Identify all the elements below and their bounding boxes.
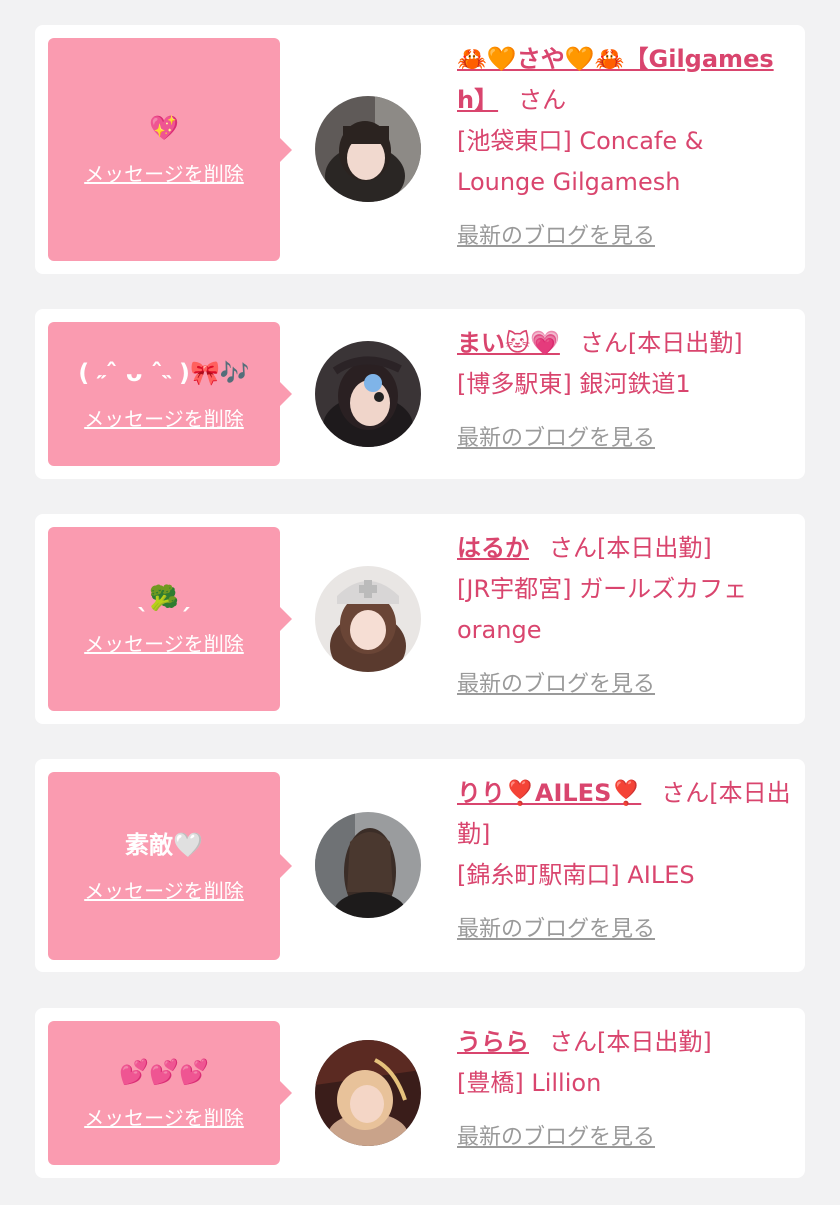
shop-name: [錦糸町駅南口] AILES — [457, 861, 695, 889]
avatar-photo — [315, 96, 421, 202]
attendance-status: [本日出勤] — [597, 534, 712, 562]
cast-info: 🦀🧡さや🧡🦀【Gilgamesh】 さん [池袋東口] Concafe & Lou… — [457, 39, 793, 257]
message-bubble: ˎ🥦ˏ メッセージを削除 — [48, 527, 292, 711]
cast-name-line: まい🐱💗 さん[本日出勤] — [457, 323, 793, 364]
cast-info: はるか さん[本日出勤] [JR宇都宮] ガールズカフェ orange 最新のブロ… — [457, 528, 793, 705]
honorific: さん — [549, 534, 597, 562]
delete-message-button[interactable]: メッセージを削除 — [84, 875, 244, 904]
shop-name: [博多駅東] 銀河鉄道1 — [457, 370, 691, 398]
avatar-photo — [315, 1040, 421, 1146]
cast-name-link[interactable]: りり❣️AILES❣️ — [457, 779, 641, 807]
honorific: さん — [549, 1028, 597, 1056]
cast-name-link[interactable]: 🦀🧡さや🧡🦀【Gilgamesh】 — [457, 45, 774, 114]
avatar-photo — [315, 341, 421, 447]
cast-info: まい🐱💗 さん[本日出勤] [博多駅東] 銀河鉄道1 最新のブログを見る — [457, 323, 793, 459]
honorific: さん — [579, 329, 628, 357]
message-card: 素敵🤍 メッセージを削除 りり❣️AILES❣️ さん[本日出勤] [錦糸町駅南口… — [35, 759, 805, 972]
honorific: さん — [661, 779, 710, 807]
message-text: ˎ🥦ˏ — [137, 583, 191, 612]
avatar-photo — [315, 566, 421, 672]
delete-message-button[interactable]: メッセージを削除 — [84, 403, 244, 432]
message-text: 素敵🤍 — [125, 830, 203, 859]
message-card: ˎ🥦ˏ メッセージを削除 はるか さん[本日出勤] [JR宇都宮] ガールズカフェ… — [35, 514, 805, 724]
latest-blog-link[interactable]: 最新のブログを見る — [457, 418, 655, 459]
message-text: ( ˶ˆ ᴗ ˆ˵ )🎀🎶 — [78, 358, 250, 387]
attendance-status: [本日出勤] — [597, 1028, 712, 1056]
cast-avatar[interactable] — [315, 1040, 421, 1146]
message-text: 💕💕💕 — [119, 1057, 209, 1086]
cast-name-link[interactable]: うらら — [457, 1028, 529, 1056]
latest-blog-link[interactable]: 最新のブログを見る — [457, 909, 655, 950]
avatar-photo — [315, 812, 421, 918]
shop-name: [JR宇都宮] ガールズカフェ orange — [457, 575, 748, 644]
message-bubble: 素敵🤍 メッセージを削除 — [48, 772, 292, 960]
message-card: ( ˶ˆ ᴗ ˆ˵ )🎀🎶 メッセージを削除 まい🐱💗 さん[本日出勤] [博多駅… — [35, 309, 805, 479]
delete-message-button[interactable]: メッセージを削除 — [84, 1102, 244, 1131]
cast-name-link[interactable]: まい🐱💗 — [457, 329, 560, 357]
cast-avatar[interactable] — [315, 566, 421, 672]
shop-name: [豊橋] Lillion — [457, 1069, 602, 1097]
cast-avatar[interactable] — [315, 96, 421, 202]
cast-name-line: 🦀🧡さや🧡🦀【Gilgamesh】 さん — [457, 39, 793, 121]
cast-name-line: はるか さん[本日出勤] — [457, 528, 793, 569]
message-bubble: ( ˶ˆ ᴗ ˆ˵ )🎀🎶 メッセージを削除 — [48, 322, 292, 466]
cast-name-line: りり❣️AILES❣️ さん[本日出勤] — [457, 773, 793, 855]
message-list: 💖 メッセージを削除 🦀🧡さや🧡🦀【Gilgamesh】 さん [池袋東口] Co… — [0, 0, 840, 1205]
latest-blog-link[interactable]: 最新のブログを見る — [457, 216, 655, 257]
message-bubble: 💖 メッセージを削除 — [48, 38, 292, 261]
latest-blog-link[interactable]: 最新のブログを見る — [457, 664, 655, 705]
message-card: 💕💕💕 メッセージを削除 うらら さん[本日出勤] [豊橋] Lillion 最新… — [35, 1008, 805, 1178]
attendance-status: [本日出勤] — [627, 329, 743, 357]
latest-blog-link[interactable]: 最新のブログを見る — [457, 1117, 655, 1158]
cast-info: りり❣️AILES❣️ さん[本日出勤] [錦糸町駅南口] AILES 最新のブロ… — [457, 773, 793, 950]
cast-avatar[interactable] — [315, 812, 421, 918]
message-card: 💖 メッセージを削除 🦀🧡さや🧡🦀【Gilgamesh】 さん [池袋東口] Co… — [35, 25, 805, 274]
delete-message-button[interactable]: メッセージを削除 — [84, 628, 244, 657]
delete-message-button[interactable]: メッセージを削除 — [84, 158, 244, 187]
honorific: さん — [518, 86, 567, 114]
cast-name-line: うらら さん[本日出勤] — [457, 1022, 793, 1063]
cast-avatar[interactable] — [315, 341, 421, 447]
cast-name-link[interactable]: はるか — [457, 534, 529, 562]
message-bubble: 💕💕💕 メッセージを削除 — [48, 1021, 292, 1165]
shop-name: [池袋東口] Concafe & Lounge Gilgamesh — [457, 127, 704, 196]
message-text: 💖 — [149, 114, 179, 142]
cast-info: うらら さん[本日出勤] [豊橋] Lillion 最新のブログを見る — [457, 1022, 793, 1158]
